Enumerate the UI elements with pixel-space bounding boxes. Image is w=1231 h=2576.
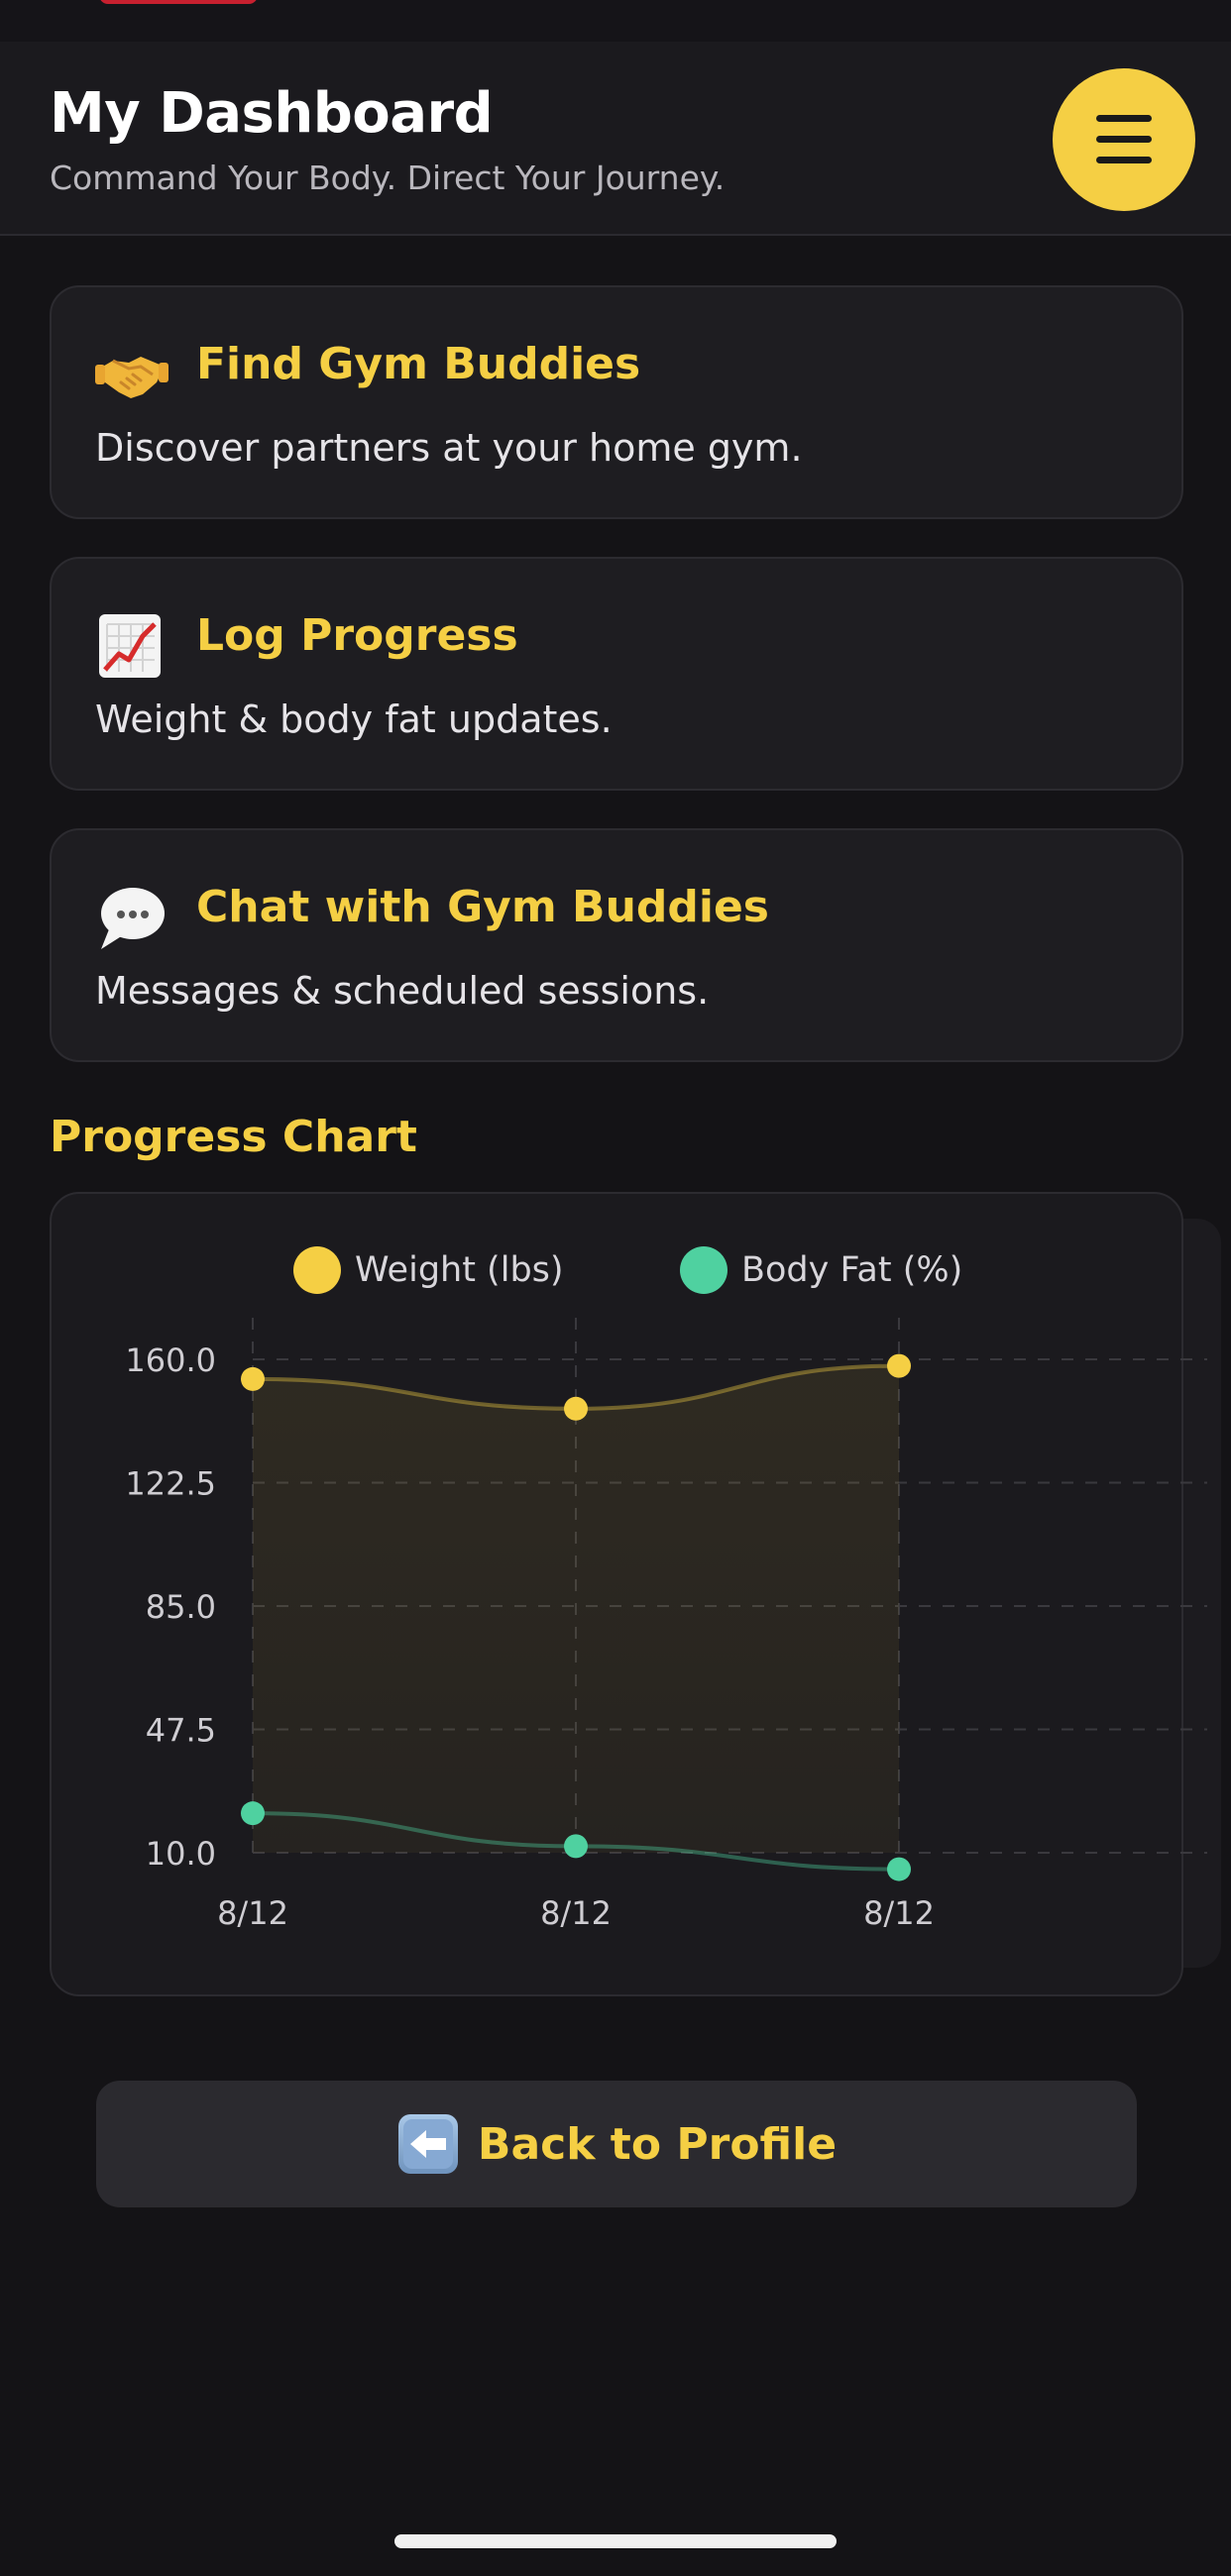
card-description: Messages & scheduled sessions.: [95, 969, 710, 1013]
card-title: Log Progress: [196, 610, 518, 661]
left-arrow-icon: [397, 2114, 458, 2174]
status-indicator: [99, 0, 258, 4]
card-title: Chat with Gym Buddies: [196, 882, 769, 932]
find-gym-buddies-card[interactable]: Find Gym Buddies Discover partners at yo…: [50, 285, 1183, 519]
card-description: Discover partners at your home gym.: [95, 426, 803, 470]
hamburger-icon: [1096, 115, 1152, 164]
page-title: My Dashboard: [50, 81, 494, 146]
log-progress-card[interactable]: Log Progress Weight & body fat updates.: [50, 557, 1183, 791]
speech-bubble-icon: [101, 888, 165, 949]
page-subtitle: Command Your Body. Direct Your Journey.: [50, 159, 726, 197]
back-to-profile-button[interactable]: Back to Profile: [96, 2081, 1137, 2207]
header: My Dashboard Command Your Body. Direct Y…: [0, 42, 1231, 236]
card-description: Weight & body fat updates.: [95, 698, 613, 741]
progress-chart-title: Progress Chart: [50, 1112, 417, 1162]
app-root: My Dashboard Command Your Body. Direct Y…: [0, 0, 1231, 2576]
progress-chart-card: [50, 1192, 1183, 1996]
status-bar: [0, 0, 1231, 42]
home-indicator: [394, 2534, 837, 2548]
menu-button[interactable]: [1053, 68, 1195, 211]
card-title: Find Gym Buddies: [196, 339, 641, 389]
handshake-icon: [95, 357, 168, 398]
chart-increasing-icon: [99, 614, 161, 678]
back-button-label: Back to Profile: [477, 2118, 838, 2170]
chat-gym-buddies-card[interactable]: Chat with Gym Buddies Messages & schedul…: [50, 828, 1183, 1062]
